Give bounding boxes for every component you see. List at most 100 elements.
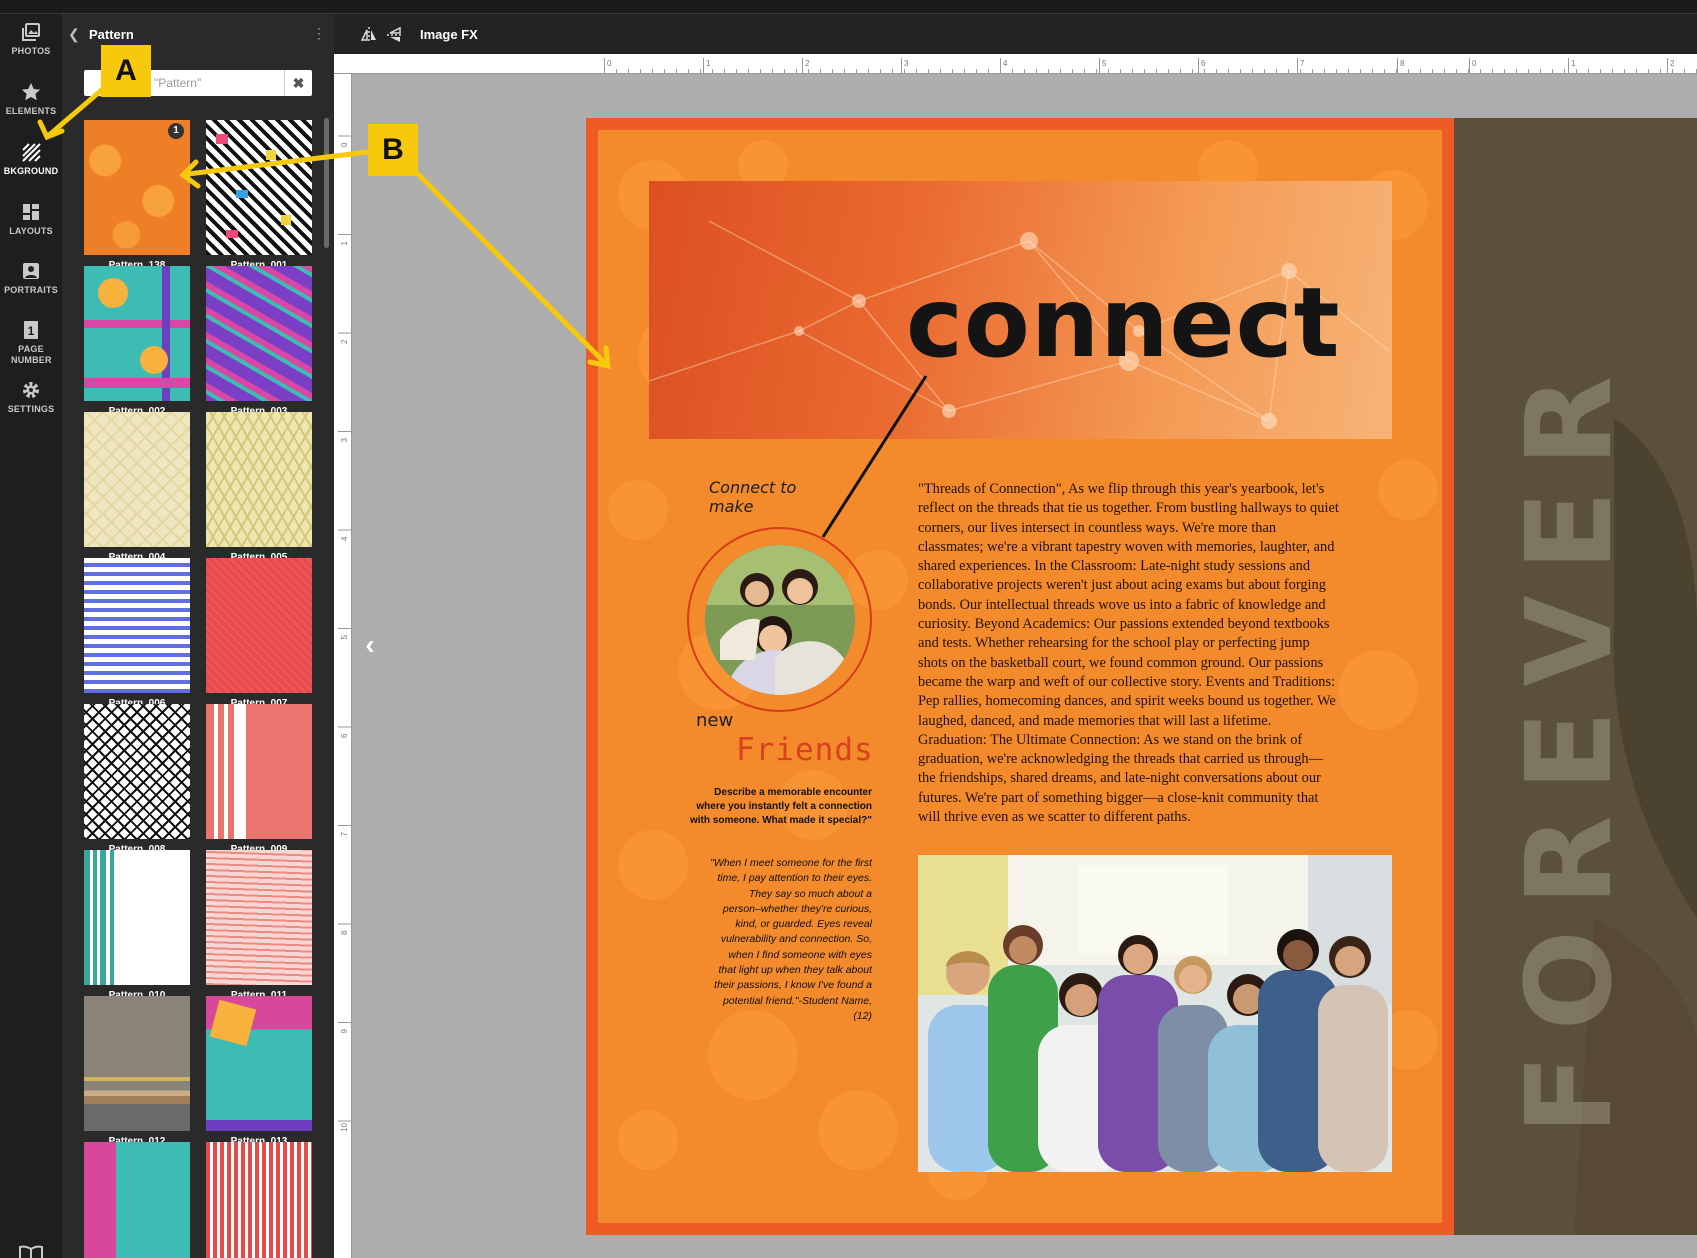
pattern-swatch [84, 558, 190, 693]
page-number-icon: 1 [24, 321, 38, 339]
ruler-tick-label: 9 [340, 1029, 349, 1034]
top-ruler: 0 1 2 3 4 5 6 7 8 0 1 2 [334, 54, 1697, 74]
ruler-tick-label: 7 [1300, 59, 1305, 68]
flip-horizontal-icon[interactable] [360, 26, 378, 44]
back-chevron-icon[interactable]: ❮ [68, 26, 80, 43]
facing-page-word[interactable]: FOREVER [1500, 352, 1638, 1135]
pattern-tile-007[interactable]: Pattern_007 [206, 558, 312, 716]
pattern-swatch [206, 704, 312, 839]
pattern-tile-006[interactable]: Pattern_006 [84, 558, 190, 716]
book-icon[interactable] [18, 1244, 44, 1258]
pattern-tile-008[interactable]: Pattern_008 [84, 704, 190, 862]
pattern-tile-013[interactable]: Pattern_013 [206, 996, 312, 1154]
rail-item-photos[interactable]: PHOTOS [0, 22, 62, 56]
rail-label: LAYOUTS [9, 226, 53, 236]
ruler-tick-label: 5 [1102, 59, 1107, 68]
ruler-tick-label: 2 [340, 339, 349, 344]
group-photo-illustration [918, 855, 1392, 1172]
pattern-swatch [84, 412, 190, 547]
student-quote[interactable]: "When I meet someone for the first time,… [710, 856, 872, 1024]
ruler-tick-label: 0 [607, 59, 612, 68]
ruler-tick-label: 10 [340, 1123, 349, 1132]
pattern-tile-next-2[interactable] [206, 1142, 312, 1258]
rail-label: PORTRAITS [4, 285, 58, 295]
headline-connect[interactable]: connect [906, 268, 1340, 378]
clear-search-button[interactable]: ✖ [284, 70, 312, 96]
rail-item-portraits[interactable]: PORTRAITS [0, 261, 62, 295]
pattern-tile-004[interactable]: Pattern_004 [84, 412, 190, 570]
ruler-tick-label: 7 [340, 832, 349, 837]
pattern-grid: 1 Pattern_138 Pattern_001 [84, 120, 324, 1258]
prompt-text[interactable]: Describe a memorable encounter where you… [688, 786, 872, 828]
pattern-swatch [206, 1142, 312, 1258]
ruler-tick-label: 5 [340, 635, 349, 640]
pattern-swatch [84, 704, 190, 839]
ruler-tick-label: 3 [340, 438, 349, 443]
rail-item-elements[interactable]: ELEMENTS [0, 82, 62, 116]
pattern-tile-002[interactable]: Pattern_002 [84, 266, 190, 424]
pattern-tile-003[interactable]: Pattern_003 [206, 266, 312, 424]
pattern-tile-012[interactable]: Pattern_012 [84, 996, 190, 1154]
pattern-tile-138[interactable]: 1 Pattern_138 [84, 120, 190, 278]
friends-photo-illustration [705, 545, 855, 695]
panel-title: Pattern [89, 27, 134, 42]
rail-label: ELEMENTS [5, 106, 57, 116]
window-top-strip [0, 0, 1697, 14]
pattern-swatch [84, 996, 190, 1131]
image-fx-button[interactable]: Image FX [420, 27, 478, 42]
pattern-swatch [206, 850, 312, 985]
pattern-swatch [84, 850, 190, 985]
pattern-tile-010[interactable]: Pattern_010 [84, 850, 190, 1008]
rail-label: SETTINGS [7, 404, 55, 414]
pattern-swatch [206, 120, 312, 255]
ruler-tick-label: 4 [1003, 59, 1008, 68]
pattern-tile-001[interactable]: Pattern_001 [206, 120, 312, 278]
group-photo[interactable] [918, 855, 1392, 1172]
pattern-swatch [84, 1142, 190, 1258]
ruler-tick-label: 1 [340, 241, 349, 246]
pattern-tile-011[interactable]: Pattern_011 [206, 850, 312, 1008]
ruler-tick-label: 4 [340, 536, 349, 541]
panel-scrollbar[interactable] [324, 118, 329, 248]
previous-page-chevron-icon[interactable]: ‹ [358, 628, 382, 662]
portrait-icon [23, 263, 39, 279]
body-copy[interactable]: "Threads of Connection", As we flip thro… [918, 480, 1340, 856]
left-ruler-ticks: 0 1 2 3 4 5 6 7 8 9 10 [338, 74, 352, 1258]
left-tool-rail: PHOTOS ELEMENTS BKGROUND LAYOUTS PORTRAI… [0, 14, 62, 1258]
gear-icon [23, 382, 39, 398]
ruler-tick-label: 6 [1201, 59, 1206, 68]
ruler-tick-label: 0 [1472, 59, 1477, 68]
rail-item-page-number[interactable]: 1 PAGE NUMBER [0, 320, 62, 366]
more-options-icon[interactable]: ⋮ [312, 26, 326, 40]
rail-item-settings[interactable]: SETTINGS [0, 380, 62, 414]
top-ruler-ticks: 0 1 2 3 4 5 6 7 8 0 1 2 [334, 58, 1697, 74]
ruler-tick-label: 2 [805, 59, 810, 68]
pattern-swatch [206, 996, 312, 1131]
flip-vertical-icon[interactable] [386, 26, 404, 44]
canvas-toolbar: Image FX [334, 14, 1697, 54]
pattern-swatch [84, 266, 190, 401]
pattern-swatch [206, 558, 312, 693]
friends-circle-photo[interactable] [705, 545, 855, 695]
rail-label: BKGROUND [3, 166, 59, 176]
word-new[interactable]: new [696, 710, 733, 731]
photos-icon [22, 23, 40, 41]
ruler-tick-label: 1 [706, 59, 711, 68]
rail-item-layouts[interactable]: LAYOUTS [0, 202, 62, 236]
connect-to-make-text[interactable]: Connect to make [709, 478, 819, 516]
annotation-label-b: B [368, 124, 418, 176]
word-friends[interactable]: Friends [736, 732, 874, 768]
pattern-panel: ❮ Pattern ⋮ ✖ 1 Pattern_138 [62, 14, 334, 1258]
rail-label: PHOTOS [11, 46, 51, 56]
star-icon [21, 83, 41, 101]
ruler-tick-label: 2 [1670, 59, 1675, 68]
pattern-tile-005[interactable]: Pattern_005 [206, 412, 312, 570]
layouts-grid-icon [23, 204, 39, 220]
background-hatch-icon [22, 143, 41, 162]
pattern-tile-009[interactable]: Pattern_009 [206, 704, 312, 862]
rail-item-background[interactable]: BKGROUND [0, 142, 62, 176]
rail-label: PAGE NUMBER [11, 344, 52, 365]
pattern-search-input[interactable] [154, 74, 274, 92]
pattern-tile-next-1[interactable] [84, 1142, 190, 1258]
ruler-tick-label: 8 [1400, 59, 1405, 68]
